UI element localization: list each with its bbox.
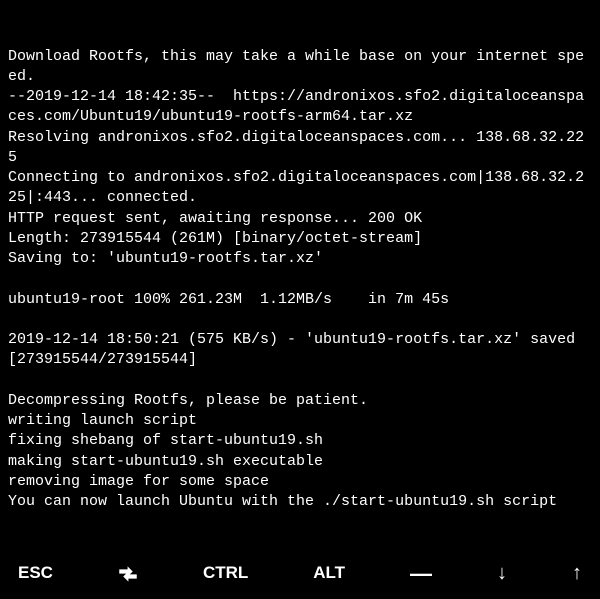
arrow-down-key[interactable]: ↓ [497, 560, 507, 587]
terminal-line: fixing shebang of start-ubuntu19.sh [8, 431, 592, 451]
ctrl-key[interactable]: CTRL [203, 562, 248, 585]
terminal-line: removing image for some space [8, 472, 592, 492]
terminal-line: You can now launch Ubuntu with the ./sta… [8, 492, 592, 512]
terminal-line: making start-ubuntu19.sh executable [8, 452, 592, 472]
terminal-line: Saving to: 'ubuntu19-rootfs.tar.xz' [8, 249, 592, 269]
terminal-line: Connecting to andronixos.sfo2.digitaloce… [8, 168, 592, 209]
terminal-line: 2019-12-14 18:50:21 (575 KB/s) - 'ubuntu… [8, 330, 592, 371]
terminal-line: --2019-12-14 18:42:35-- https://andronix… [8, 87, 592, 128]
dash-key[interactable]: — [410, 559, 432, 589]
terminal-line [8, 269, 592, 289]
terminal-line: Resolving andronixos.sfo2.digitaloceansp… [8, 128, 592, 169]
arrow-up-key[interactable]: ↑ [572, 560, 582, 587]
terminal-line [8, 310, 592, 330]
terminal-line [8, 371, 592, 391]
terminal-line: ubuntu19-root 100% 261.23M 1.12MB/s in 7… [8, 290, 592, 310]
terminal-output[interactable]: Download Rootfs, this may take a while b… [0, 0, 600, 548]
terminal-line: HTTP request sent, awaiting response... … [8, 209, 592, 229]
terminal-line: Decompressing Rootfs, please be patient. [8, 391, 592, 411]
tab-icon [118, 564, 138, 584]
esc-key[interactable]: ESC [18, 562, 53, 585]
terminal-line: Length: 273915544 (261M) [binary/octet-s… [8, 229, 592, 249]
keyboard-accessory-bar: ESC CTRL ALT — ↓ ↑ [0, 548, 600, 599]
terminal-line: Download Rootfs, this may take a while b… [8, 47, 592, 88]
terminal-line: writing launch script [8, 411, 592, 431]
alt-key[interactable]: ALT [313, 562, 345, 585]
tab-key-icon[interactable] [118, 564, 138, 584]
